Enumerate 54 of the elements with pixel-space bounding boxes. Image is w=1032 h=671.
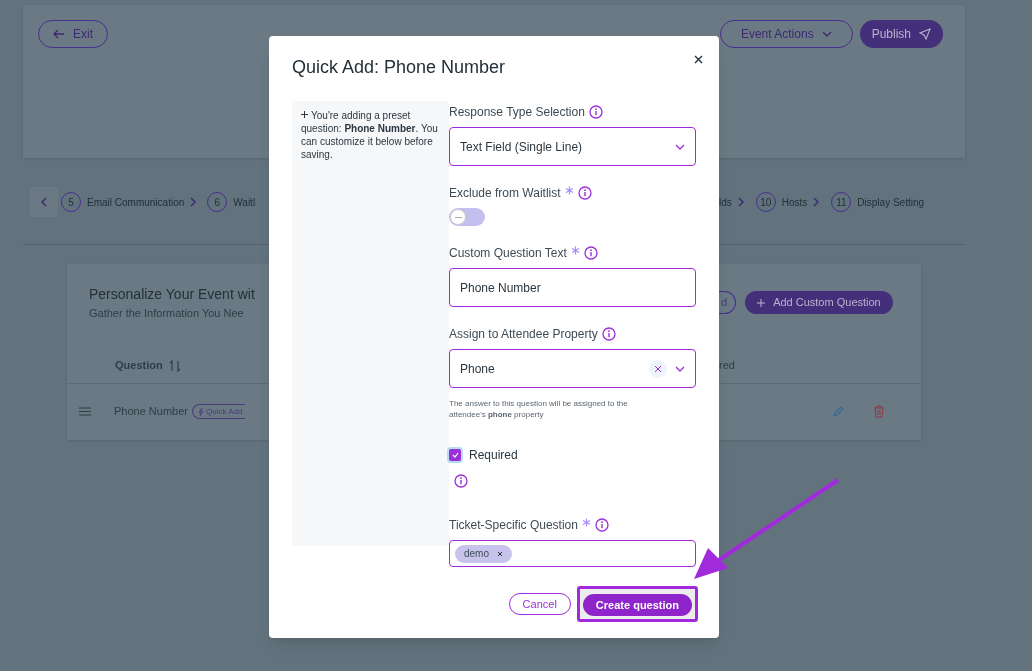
step-link[interactable]: Display Setting bbox=[857, 194, 925, 210]
add-custom-question-button[interactable]: Add Custom Question bbox=[745, 291, 893, 314]
step-link[interactable]: Email Communication bbox=[87, 194, 185, 210]
preset-note: You're adding a preset question: Phone Number. You can customize it below before saving. bbox=[301, 109, 439, 161]
field-label: Exclude from Waitlist bbox=[449, 185, 561, 202]
send-icon bbox=[919, 28, 931, 40]
select-field[interactable]: Text Field (Single Line) bbox=[449, 127, 696, 166]
publish-button[interactable]: Publish bbox=[859, 20, 943, 48]
chevron-left-icon bbox=[41, 197, 47, 207]
tags-input-field[interactable]: demo bbox=[449, 540, 696, 567]
info-icon[interactable] bbox=[583, 246, 598, 260]
info-icon[interactable] bbox=[577, 186, 592, 200]
modal-title: Quick Add: Phone Number bbox=[292, 56, 506, 79]
step-link[interactable]: Hosts bbox=[781, 194, 808, 210]
lightning-icon bbox=[198, 407, 204, 416]
tag-chip[interactable]: demo bbox=[455, 544, 512, 563]
close-icon bbox=[693, 54, 703, 64]
clear-icon[interactable] bbox=[649, 359, 667, 378]
step-link[interactable]: lds bbox=[719, 194, 732, 210]
info-icon[interactable] bbox=[454, 473, 468, 488]
required-asterisk-icon bbox=[564, 186, 574, 195]
chevron-right-icon bbox=[190, 197, 197, 207]
plus-icon bbox=[757, 298, 766, 307]
sort-icon[interactable] bbox=[168, 359, 181, 372]
chevron-down-icon bbox=[675, 365, 685, 372]
plus-icon bbox=[301, 111, 308, 119]
toggle-switch[interactable] bbox=[449, 208, 485, 226]
field-label: Custom Question Text bbox=[449, 245, 567, 262]
drag-handle-icon[interactable] bbox=[79, 407, 91, 416]
info-icon[interactable] bbox=[601, 327, 616, 341]
create-question-button[interactable]: Create question bbox=[582, 594, 692, 616]
card-subtitle: Gather the Information You Nee bbox=[89, 306, 245, 321]
required-asterisk-icon bbox=[570, 246, 580, 255]
chevron-down-icon bbox=[675, 143, 685, 150]
arrow-left-icon bbox=[53, 29, 65, 39]
field-label: Assign to Attendee Property bbox=[449, 326, 598, 343]
field-label: Ticket-Specific Question bbox=[449, 517, 578, 534]
help-text: The answer to this question will be assigned to the attendee's phone property bbox=[449, 398, 629, 420]
field-label: Response Type Selection bbox=[449, 104, 585, 121]
question-text: Phone Number bbox=[114, 404, 188, 420]
remove-icon[interactable] bbox=[497, 550, 503, 557]
chevron-down-icon bbox=[821, 31, 832, 37]
info-icon[interactable] bbox=[588, 105, 603, 119]
checkbox-label: Required bbox=[469, 447, 518, 464]
chevron-right-icon bbox=[737, 197, 744, 207]
info-icon[interactable] bbox=[594, 518, 609, 532]
select-field[interactable]: Phone bbox=[449, 349, 696, 388]
column-header: red bbox=[719, 358, 736, 374]
chevron-right-icon bbox=[813, 197, 820, 207]
card-title: Personalize Your Event wit bbox=[89, 285, 256, 304]
text-input-field[interactable]: Phone Number bbox=[449, 268, 696, 307]
step-link[interactable]: Waitl bbox=[233, 194, 256, 210]
required-asterisk-icon bbox=[581, 518, 591, 527]
checkbox[interactable] bbox=[449, 449, 461, 461]
